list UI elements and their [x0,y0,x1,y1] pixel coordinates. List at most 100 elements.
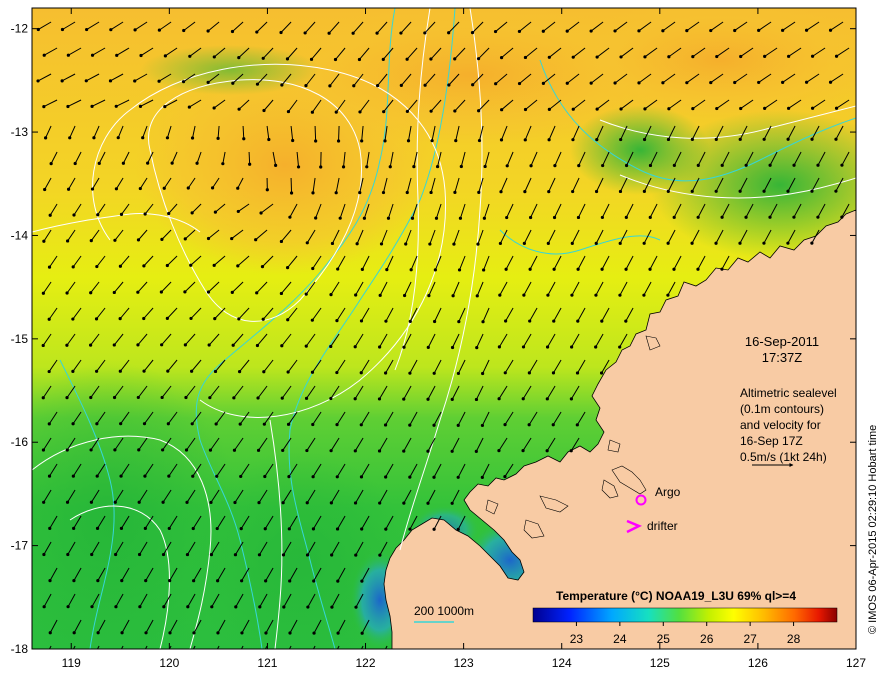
velocity-arrow-head [65,396,69,400]
velocity-arrow-head [408,423,412,427]
velocity-arrow-head [571,138,575,142]
velocity-arrow-head [738,137,742,141]
velocity-arrow-head [523,190,527,194]
velocity-arrow-head [288,579,292,583]
velocity-arrow-head [494,82,498,86]
velocity-arrow-head [762,241,766,245]
velocity-arrow-head [546,293,550,297]
velocity-arrow-head [552,319,556,323]
velocity-arrow-head [452,242,456,246]
velocity-arrow-head [114,605,118,609]
velocity-arrow-head [504,267,508,271]
velocity-arrow-head [281,501,285,505]
sst-map: 119 120 121 122 123 124 125 126 127 -12 -13 -14 -15 -… [11,7,879,670]
velocity-arrow-head [311,475,315,479]
velocity-arrow-head [619,55,623,59]
cool-patch-east [570,105,710,195]
velocity-arrow-head [696,267,700,271]
velocity-arrow-head [133,79,137,83]
velocity-arrow-head [189,316,193,321]
velocity-arrow-head [71,422,75,426]
velocity-arrow-head [183,237,187,241]
velocity-arrow-head [503,371,507,375]
argo-label: Argo [655,485,681,499]
velocity-arrow-head [192,579,196,583]
velocity-arrow-head [521,449,525,453]
velocity-arrow-head [304,344,308,348]
velocity-arrow-head [757,28,761,33]
velocity-arrow-head [456,371,461,376]
velocity-arrow-head [206,236,211,241]
velocity-arrow-head [522,293,526,297]
velocity-arrow-head [720,163,724,167]
velocity-arrow-head [672,215,676,219]
velocity-arrow-head [762,189,766,193]
velocity-arrow-head [138,605,142,609]
velocity-arrow-head [96,578,100,583]
velocity-arrow-head [482,268,486,272]
velocity-arrow-head [458,216,463,220]
velocity-arrow-head [404,242,408,246]
velocity-arrow-head [379,658,382,661]
velocity-arrow-head [768,163,772,167]
velocity-arrow-head [527,423,531,427]
velocity-arrow-head [672,163,676,168]
velocity-arrow-head [405,57,409,61]
velocity-arrow-head [685,29,689,33]
velocity-arrow-head [281,448,285,453]
lat-tick-label: -13 [11,125,29,139]
velocity-arrow-head [589,81,593,85]
velocity-arrow-head [257,553,262,557]
lon-tick-label: 127 [846,656,866,670]
velocity-arrow-head [553,164,557,168]
velocity-arrow-head [341,165,346,169]
velocity-arrow-head [547,138,551,142]
velocity-arrow-head [565,81,569,85]
lon-tick-label: 125 [650,656,670,670]
velocity-arrow-head [262,108,266,113]
velocity-arrow-head [43,187,47,192]
velocity-arrow-head [470,31,475,35]
velocity-arrow-head [600,267,604,271]
velocity-arrow-head [305,553,310,557]
velocity-arrow-head [90,104,94,108]
velocity-arrow-head [208,448,213,452]
drifter-label: drifter [647,519,678,533]
velocity-arrow-head [190,422,194,426]
velocity-arrow-head [600,215,604,220]
velocity-arrow-head [185,552,190,557]
velocity-arrow-head [499,190,503,194]
velocity-arrow-head [423,31,427,35]
velocity-arrow-head [213,210,217,214]
velocity-arrow-head [810,106,815,110]
velocity-arrow-head [456,527,460,531]
velocity-arrow-head [90,605,94,609]
velocity-arrow-head [311,527,316,531]
velocity-arrow-head [41,291,45,295]
colorbar-title: Temperature (°C) NOAA19_L3U 69% ql>=4 [556,589,796,603]
velocity-arrow-head [259,211,263,215]
velocity-arrow-head [167,211,171,216]
velocity-arrow-head [182,28,186,33]
velocity-arrow-head [47,317,51,321]
velocity-arrow-head [360,139,364,143]
velocity-arrow-head [97,161,101,165]
velocity-arrow-head [279,239,284,244]
velocity-arrow-head [166,422,170,426]
velocity-arrow-head [65,291,69,295]
velocity-arrow-head [216,136,220,140]
velocity-arrow-head [433,319,437,324]
velocity-arrow-head [828,28,833,32]
velocity-arrow-head [72,578,76,583]
velocity-arrow-head [497,397,501,401]
velocity-arrow-head [624,267,628,271]
velocity-arrow-head [500,108,504,112]
velocity-arrow-head [141,136,145,140]
velocity-arrow-head [570,293,574,297]
velocity-arrow-head [642,137,647,142]
velocity-arrow-head [230,290,234,295]
velocity-arrow-head [212,263,216,267]
velocity-arrow-head [280,344,284,348]
velocity-arrow-head [335,423,339,427]
velocity-arrow-head [96,213,100,217]
